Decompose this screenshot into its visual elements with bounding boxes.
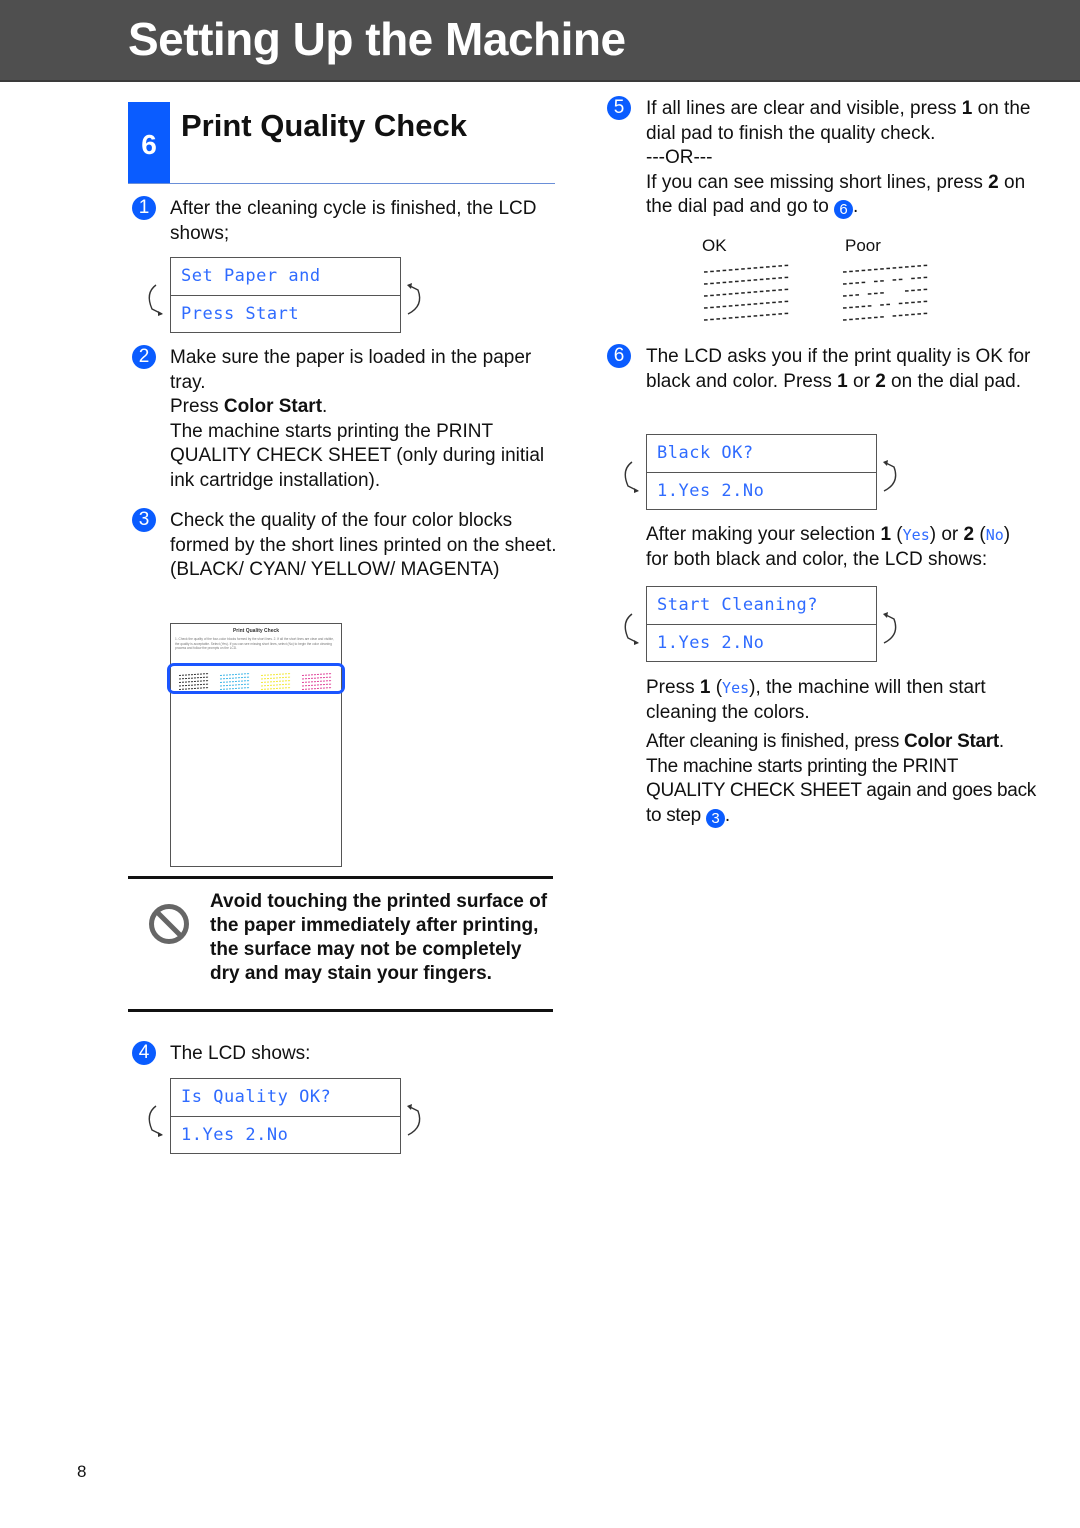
cycle-arrow-right-icon xyxy=(883,460,897,492)
quality-check-sheet-illustration: Print Quality Check 1. Check the quality… xyxy=(170,623,342,867)
lcd-line-2: 1.Yes 2.No xyxy=(171,1116,400,1154)
lcd-display-6a: Black OK? 1.Yes 2.No xyxy=(646,434,877,510)
key-2: 2 xyxy=(875,370,886,392)
step-5-bullet: 5 xyxy=(607,96,631,120)
text: ( xyxy=(710,677,723,698)
page-number: 8 xyxy=(77,1462,87,1481)
color-start-key: Color Start xyxy=(223,396,323,417)
lcd-line-1: Set Paper and xyxy=(181,266,321,286)
lcd-line-2: Press Start xyxy=(171,295,400,333)
step-5-text-a: If all lines are clear and visible, pres… xyxy=(646,98,962,119)
cycle-arrow-left-icon xyxy=(148,1105,163,1137)
lcd-display-6b: Start Cleaning? 1.Yes 2.No xyxy=(646,586,877,662)
step-2-bullet: 2 xyxy=(132,345,156,369)
key-2: 2 xyxy=(988,171,999,193)
text: The machine starts printing the PRINT QU… xyxy=(646,755,1036,826)
text: ( xyxy=(891,524,903,545)
lcd-line-2: 1.Yes 2.No xyxy=(647,472,876,510)
poor-label: Poor xyxy=(845,236,881,255)
color-start-key: Color Start xyxy=(904,731,999,752)
lcd-no-text: No xyxy=(985,526,1004,544)
page-header: Setting Up the Machine xyxy=(0,0,1080,82)
lcd-line-1: Is Quality OK? xyxy=(181,1087,332,1107)
step-4-text: The LCD shows: xyxy=(170,1043,311,1064)
step-2-body: Make sure the paper is loaded in the pap… xyxy=(170,346,560,493)
text: After making your selection xyxy=(646,524,881,545)
cycle-arrow-right-icon xyxy=(407,1104,421,1136)
step-3-body: Check the quality of the four color bloc… xyxy=(170,509,560,583)
key-1: 1 xyxy=(880,524,892,545)
key-2: 2 xyxy=(963,524,975,545)
lcd-line-1: Black OK? xyxy=(657,443,754,463)
cycle-arrow-right-icon xyxy=(883,612,897,644)
lcd-display-1: Set Paper and Press Start xyxy=(170,257,401,333)
text: Press xyxy=(646,677,700,698)
cycle-arrow-left-icon xyxy=(148,284,163,316)
step-6-text-c: Press 1 (Yes), the machine will then sta… xyxy=(646,676,1036,725)
step-5-period: . xyxy=(853,196,859,217)
ok-sample-lines xyxy=(703,264,789,321)
key-1: 1 xyxy=(699,677,711,698)
step-6-bullet: 6 xyxy=(607,344,631,368)
step-2-press-text: Press xyxy=(170,396,224,417)
step-1-text: After the cleaning cycle is finished, th… xyxy=(170,198,537,244)
lcd-line-1: Start Cleaning? xyxy=(657,595,819,615)
step-3-text: Check the quality of the four color bloc… xyxy=(170,510,557,556)
key-1: 1 xyxy=(961,98,973,119)
section-divider xyxy=(128,183,555,184)
section-title: Print Quality Check xyxy=(181,108,467,143)
text: for both black and color, the LCD shows: xyxy=(646,548,988,570)
step-6-text-d: After cleaning is finished, press Color … xyxy=(646,730,1036,828)
step-6-text-b: After making your selection 1 (Yes) or 2… xyxy=(646,523,1036,572)
lcd-line-2: 1.Yes 2.No xyxy=(647,624,876,662)
step-4-bullet: 4 xyxy=(132,1041,156,1065)
color-blocks-highlight xyxy=(167,663,345,694)
step-2-line-3: The machine starts printing the PRINT QU… xyxy=(170,420,545,491)
sheet-title: Print Quality Check xyxy=(232,628,280,634)
text: ( xyxy=(974,524,986,545)
poor-sample-lines xyxy=(842,264,928,321)
text: . xyxy=(998,731,1004,752)
step-3-bullet: 3 xyxy=(132,508,156,532)
warning-box: Avoid touching the printed surface of th… xyxy=(128,876,553,1012)
step-5-body: If all lines are clear and visible, pres… xyxy=(646,97,1036,220)
step-2-period: . xyxy=(322,396,328,417)
text: ) xyxy=(1003,524,1011,545)
step-6-text-a: The LCD asks you if the print quality is… xyxy=(646,345,1036,394)
cycle-arrow-left-icon xyxy=(624,461,639,493)
ok-label: OK xyxy=(702,236,727,255)
cycle-arrow-right-icon xyxy=(407,283,421,315)
step-3-reference: 3 xyxy=(705,808,725,828)
cycle-arrow-left-icon xyxy=(624,613,639,645)
section-number: 6 xyxy=(128,102,170,184)
or-text: or xyxy=(847,370,876,392)
warning-text: Avoid touching the printed surface of th… xyxy=(210,891,548,984)
page-header-title: Setting Up the Machine xyxy=(128,13,626,65)
lcd-yes-text: Yes xyxy=(902,526,930,544)
prohibited-icon xyxy=(149,904,189,944)
step-6-text-end: on the dial pad. xyxy=(885,370,1021,392)
step-1-bullet: 1 xyxy=(132,196,156,220)
lcd-yes-text: Yes xyxy=(722,679,750,697)
step-5-text-b: If you can see missing short lines, pres… xyxy=(646,171,989,193)
text: After cleaning is finished, press xyxy=(646,731,905,752)
step-3-colors: (BLACK/ CYAN/ YELLOW/ MAGENTA) xyxy=(170,559,500,580)
step-6-reference: 6 xyxy=(834,200,854,219)
key-1: 1 xyxy=(837,370,848,392)
text: . xyxy=(724,804,730,826)
text: ) or xyxy=(929,524,964,545)
or-separator: ---OR--- xyxy=(646,147,713,168)
lcd-display-4: Is Quality OK? 1.Yes 2.No xyxy=(170,1078,401,1154)
sheet-instructions: 1. Check the quality of the four-color b… xyxy=(175,637,334,650)
step-2-line-1: Make sure the paper is loaded in the pap… xyxy=(170,347,532,393)
